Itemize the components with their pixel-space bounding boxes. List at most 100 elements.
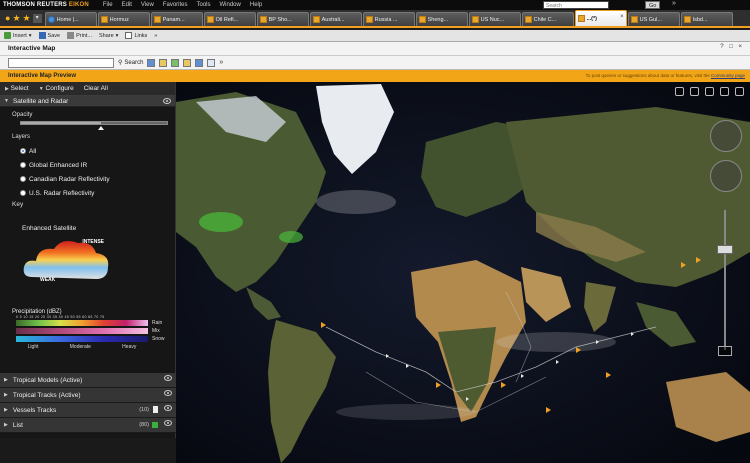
- sat-weak-label: WEAK: [40, 277, 56, 283]
- configure-menu[interactable]: ▼ Configure: [39, 85, 74, 92]
- workspace-tab[interactable]: Chile C...: [521, 12, 574, 26]
- workspace-tab[interactable]: Panam...: [150, 12, 203, 26]
- sat-strong-label: INTENSE: [82, 239, 104, 245]
- clear-all-button[interactable]: Clear All: [84, 85, 108, 92]
- satellite-map-canvas[interactable]: [176, 82, 750, 463]
- tab-label: US Nuc...: [480, 16, 505, 23]
- workspace-tab[interactable]: US Nuc...: [468, 12, 521, 26]
- subbar-more-button[interactable]: »: [219, 59, 223, 66]
- links-button[interactable]: Links: [125, 32, 147, 39]
- star-icon[interactable]: ★: [12, 13, 20, 24]
- layer-accordion-header[interactable]: ▶ Tropical Models (Active): [0, 373, 176, 388]
- layer-accordion-header[interactable]: ▶ Tropical Tracks (Active): [0, 388, 176, 403]
- layer-accordion-header[interactable]: ▶ Vessels Tracks (10): [0, 403, 176, 418]
- refresh-icon[interactable]: [171, 58, 180, 67]
- workspace-tab[interactable]: Hormuz: [97, 12, 150, 26]
- printer-icon: [67, 32, 75, 39]
- radio-button[interactable]: [20, 162, 26, 168]
- rotate-control[interactable]: [710, 160, 742, 192]
- refresh-map-icon[interactable]: [675, 87, 684, 96]
- folder-icon: [259, 16, 267, 23]
- fullscreen-icon[interactable]: [720, 87, 729, 96]
- community-link[interactable]: Community page: [711, 73, 745, 78]
- settings-icon[interactable]: [735, 87, 744, 96]
- layer-accordion-header[interactable]: ▶ List (80): [0, 418, 176, 433]
- mix-scale-bar: [16, 328, 148, 334]
- list-color-swatch[interactable]: [152, 422, 158, 428]
- key-label: Key: [12, 201, 24, 208]
- open-icon[interactable]: [183, 58, 192, 67]
- star-icon[interactable]: ★: [23, 13, 31, 24]
- workspace-tab[interactable]: Australi...: [309, 12, 362, 26]
- globe-icon: [47, 16, 55, 23]
- save-button[interactable]: Save: [38, 32, 60, 39]
- eye-icon[interactable]: [164, 375, 172, 381]
- workspace-tab[interactable]: Sheng...: [415, 12, 468, 26]
- global-search-input[interactable]: Search: [543, 1, 609, 9]
- close-icon[interactable]: ×: [620, 14, 624, 20]
- menu-edit[interactable]: Edit: [122, 2, 132, 8]
- layer-radio[interactable]: U.S. Radar Reflectivity: [20, 186, 175, 200]
- intensity-labels: Light Moderate Heavy: [12, 344, 152, 350]
- folder-icon[interactable]: [159, 58, 168, 67]
- opacity-slider[interactable]: [20, 121, 168, 130]
- heavy-label: Heavy: [122, 344, 137, 350]
- workspace-tab[interactable]: Russia ...: [362, 12, 415, 26]
- map-search-input[interactable]: [8, 57, 114, 68]
- world-map[interactable]: [176, 82, 750, 463]
- menu-file[interactable]: File: [103, 2, 113, 8]
- eye-icon[interactable]: [164, 405, 172, 411]
- radio-button[interactable]: [20, 190, 26, 196]
- share-button[interactable]: Share ▾: [99, 33, 118, 39]
- menu-window[interactable]: Window: [220, 2, 241, 8]
- toolbar-more-button[interactable]: »: [154, 33, 157, 39]
- menu-tools[interactable]: Tools: [197, 2, 211, 8]
- workspace-tab[interactable]: ...(*) ×: [574, 10, 627, 26]
- print-icon[interactable]: [207, 58, 216, 67]
- zoom-out-button[interactable]: [718, 346, 732, 356]
- menu-favorites[interactable]: Favorites: [163, 2, 188, 8]
- window-buttons[interactable]: ? □ ×: [720, 44, 744, 50]
- save-icon[interactable]: [195, 58, 204, 67]
- moderate-label: Moderate: [69, 344, 91, 350]
- print-button[interactable]: Print...: [67, 32, 92, 39]
- layers-icon[interactable]: [147, 58, 156, 67]
- eye-icon[interactable]: [164, 420, 172, 426]
- menu-view[interactable]: View: [141, 2, 154, 8]
- chevron-down-icon[interactable]: ▾: [32, 13, 42, 23]
- opacity-slider-knob[interactable]: [98, 126, 105, 130]
- zoom-track[interactable]: [724, 210, 726, 350]
- radio-button[interactable]: [20, 176, 26, 182]
- eye-icon[interactable]: [163, 98, 171, 104]
- satellite-radar-header[interactable]: ▼ Satellite and Radar: [0, 96, 175, 107]
- eye-icon[interactable]: [164, 390, 172, 396]
- select-menu[interactable]: ▶ Select: [5, 85, 29, 92]
- go-button[interactable]: Go: [645, 1, 661, 9]
- insert-button[interactable]: Insert ▾: [4, 32, 32, 39]
- home-icon[interactable]: [705, 87, 714, 96]
- menu-help[interactable]: Help: [250, 2, 262, 8]
- workspace-tab[interactable]: Home |...: [44, 12, 97, 26]
- precipitation-key: Precipitation (dBZ) 0 5 10 15 20 25 30 3…: [12, 309, 172, 350]
- tab-label: ...(*): [586, 15, 597, 22]
- workspace-tab[interactable]: Oil Refi...: [203, 12, 256, 26]
- folder-icon: [524, 16, 532, 23]
- workspace-tab[interactable]: US Gul...: [627, 12, 680, 26]
- home-orb-icon[interactable]: ●: [5, 13, 10, 23]
- radio-button[interactable]: [20, 148, 26, 154]
- layer-radio[interactable]: All: [20, 144, 175, 158]
- pan-control[interactable]: [710, 120, 742, 152]
- workspace-tab[interactable]: BP Sho...: [256, 12, 309, 26]
- tab-label: US Gul...: [639, 16, 662, 23]
- bookmark-icon[interactable]: [690, 87, 699, 96]
- layer-radio[interactable]: Canadian Radar Reflectivity: [20, 172, 175, 186]
- layer-radio[interactable]: Global Enhanced IR: [20, 158, 175, 172]
- pin-icon[interactable]: [153, 406, 158, 413]
- zoom-slider-knob[interactable]: [717, 245, 733, 254]
- map-search-button[interactable]: ⚲ Search: [118, 59, 143, 67]
- preview-title: Interactive Map Preview: [8, 73, 77, 79]
- brand-logo: THOMSON REUTERS EIKON: [3, 2, 89, 8]
- go-more-button[interactable]: »: [672, 0, 676, 7]
- workspace-tab[interactable]: Isbd...: [680, 12, 733, 26]
- app-header: Interactive Map ? □ ×: [0, 42, 750, 56]
